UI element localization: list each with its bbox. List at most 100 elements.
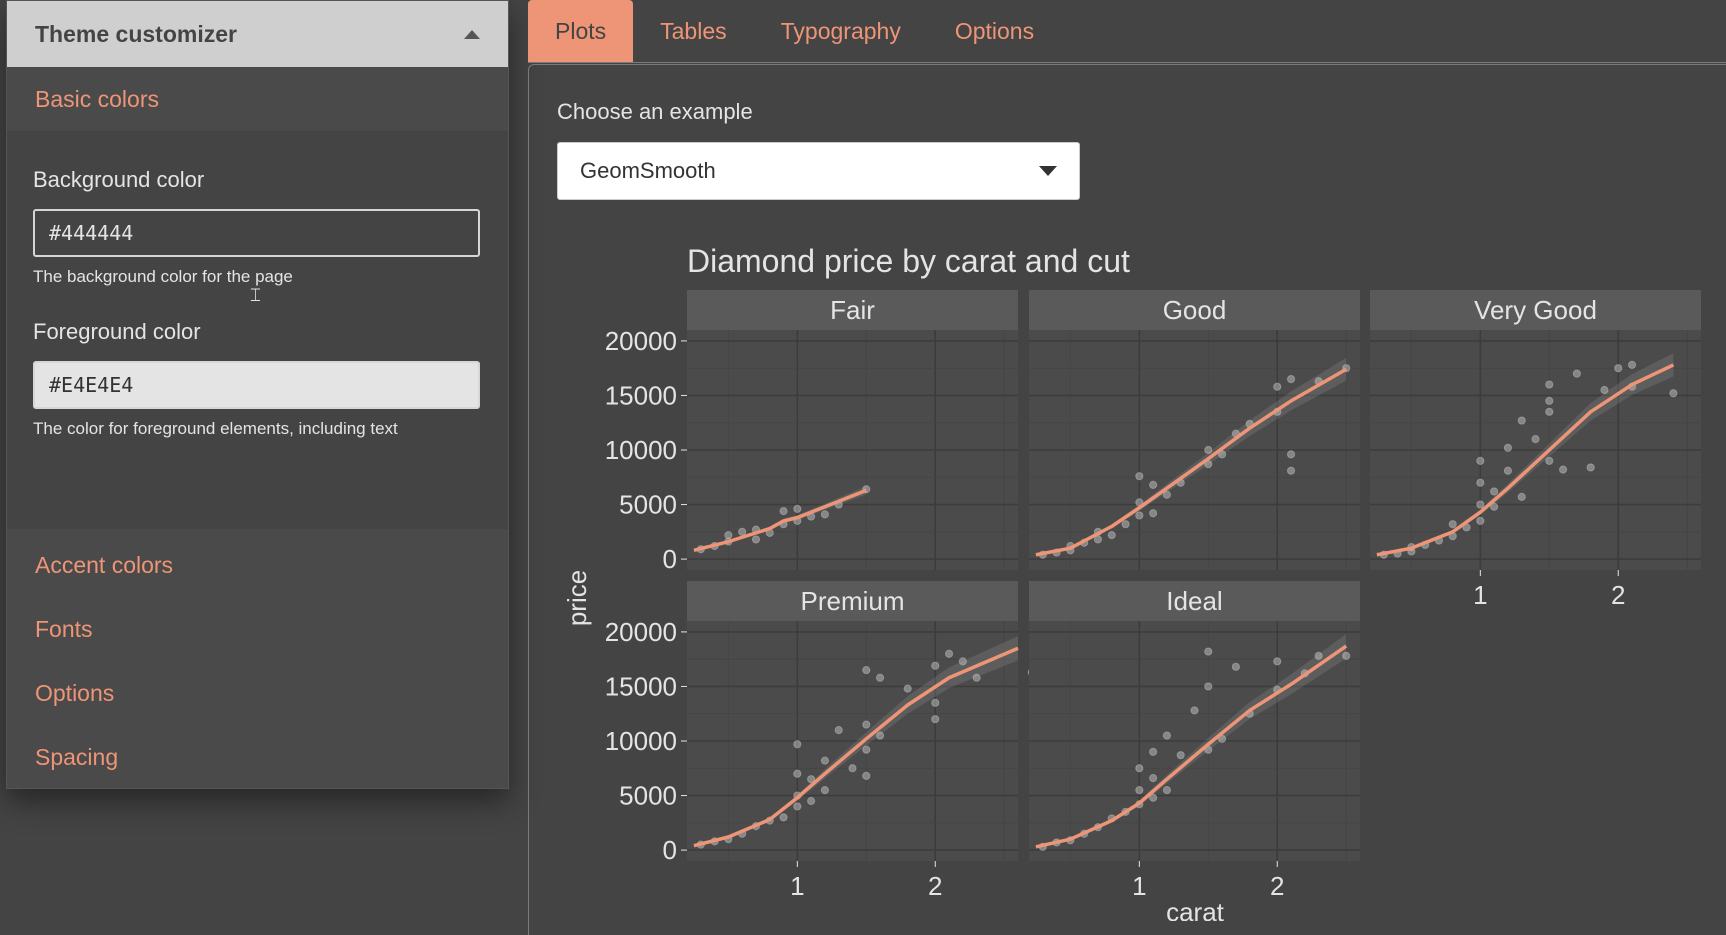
data-point (1121, 520, 1130, 529)
x-tick-label: 2 (1270, 871, 1284, 901)
data-point (1448, 520, 1457, 529)
data-point (807, 796, 816, 806)
data-point (1531, 434, 1540, 444)
data-point (1503, 466, 1513, 475)
data-point (1107, 530, 1116, 540)
data-point (1600, 385, 1609, 395)
data-point (1627, 360, 1637, 370)
data-point (1342, 651, 1351, 661)
facet-label-ideal: Ideal (1166, 586, 1222, 616)
facet-label-fair: Fair (830, 295, 875, 325)
data-point (834, 725, 843, 735)
data-point (820, 510, 830, 519)
data-point (820, 785, 830, 795)
data-point (1149, 480, 1158, 490)
y-tick-label: 20000 (605, 326, 677, 356)
x-tick-label: 2 (928, 871, 942, 901)
data-point (862, 745, 871, 754)
x-tick-label: 1 (1132, 871, 1146, 901)
y-tick-label: 0 (663, 835, 677, 865)
data-point (1204, 647, 1213, 656)
data-point (793, 769, 802, 778)
faceted-chart: Diamond price by carat and cut price car… (562, 243, 1701, 921)
data-point (958, 657, 967, 666)
data-point (1476, 516, 1485, 526)
data-point (1476, 478, 1485, 487)
y-axis-label: price (562, 570, 592, 626)
x-tick-label: 2 (1611, 580, 1625, 610)
data-point (820, 756, 830, 765)
data-point (1135, 785, 1144, 795)
data-point (1273, 657, 1282, 666)
data-point (1286, 466, 1296, 475)
data-point (1162, 785, 1172, 795)
y-tick-label: 15000 (605, 380, 677, 410)
facet-label-premium: Premium (800, 586, 904, 616)
data-point (1135, 511, 1144, 520)
data-point (862, 665, 871, 675)
data-point (1273, 382, 1282, 391)
x-tick-label: 1 (1473, 580, 1487, 610)
data-point (1231, 662, 1240, 671)
data-point (1314, 651, 1323, 661)
data-point (1135, 764, 1144, 773)
y-tick-label: 15000 (605, 671, 677, 701)
y-tick-label: 10000 (605, 726, 677, 756)
x-axis-label: carat (1166, 897, 1225, 921)
data-point (862, 720, 871, 729)
data-point (1149, 509, 1158, 518)
data-point (779, 813, 788, 822)
y-tick-label: 10000 (605, 435, 677, 465)
data-point (1614, 364, 1623, 373)
data-point (1545, 407, 1554, 416)
data-point (1545, 396, 1554, 406)
data-point (1176, 751, 1185, 760)
data-point (1503, 443, 1513, 452)
data-point (1517, 416, 1526, 425)
data-point (793, 802, 802, 811)
data-point (1490, 487, 1499, 496)
data-point (751, 535, 761, 544)
facet-label-very-good: Very Good (1474, 295, 1597, 325)
data-point (1586, 463, 1595, 472)
data-point (1162, 731, 1172, 740)
data-point (1190, 706, 1199, 715)
data-point (793, 504, 802, 514)
data-point (1572, 369, 1581, 378)
data-point (1149, 773, 1158, 783)
data-point (862, 771, 871, 781)
data-point (793, 740, 802, 749)
y-tick-label: 0 (663, 544, 677, 574)
y-tick-label: 5000 (619, 490, 677, 520)
data-point (738, 527, 747, 536)
data-point (1286, 450, 1296, 459)
chart-title: Diamond price by carat and cut (687, 243, 1130, 279)
data-point (1149, 747, 1158, 757)
data-point (931, 698, 940, 707)
data-point (1162, 490, 1172, 499)
data-point (944, 649, 954, 658)
data-point (1135, 472, 1144, 481)
data-point (1545, 380, 1554, 389)
data-point (1517, 492, 1526, 502)
data-point (1204, 445, 1213, 455)
data-point (875, 673, 885, 682)
data-point (848, 764, 857, 773)
y-tick-label: 20000 (605, 617, 677, 647)
y-tick-label: 5000 (619, 781, 677, 811)
facet-label-good: Good (1163, 295, 1227, 325)
data-point (1204, 682, 1213, 691)
data-point (1669, 389, 1678, 398)
data-point (931, 715, 940, 724)
data-point (1558, 465, 1568, 474)
data-point (1476, 500, 1485, 509)
data-point (931, 661, 940, 670)
data-point (903, 684, 912, 693)
data-point (1476, 456, 1485, 466)
data-point (875, 731, 885, 740)
data-point (1545, 456, 1554, 466)
data-point (724, 530, 733, 540)
data-point (972, 673, 981, 682)
data-point (1286, 374, 1296, 384)
x-tick-label: 1 (790, 871, 804, 901)
